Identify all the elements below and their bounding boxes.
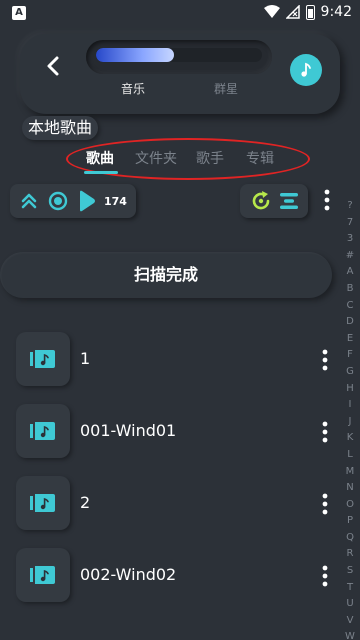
- song-row[interactable]: 1: [0, 332, 340, 388]
- page-title: 本地歌曲: [22, 116, 99, 140]
- locate-icon: [48, 191, 68, 211]
- music-file-icon: [30, 494, 55, 512]
- player-header-card: 音乐 群星: [20, 34, 340, 114]
- alphabet-letter[interactable]: 7: [347, 215, 353, 232]
- song-count: 174: [104, 194, 127, 208]
- sort-icon: [279, 193, 298, 209]
- mode-star-label[interactable]: 群星: [214, 80, 238, 97]
- alphabet-letter[interactable]: U: [346, 596, 353, 613]
- music-file-icon: [30, 422, 55, 440]
- signal-icon: [285, 5, 300, 19]
- alphabet-index[interactable]: ? 7 3 # A B C D E F G H I J K L M N O P Q R S T U V W: [342, 198, 358, 640]
- song-thumbnail: [16, 476, 70, 530]
- song-row[interactable]: 001-Wind01: [0, 404, 340, 460]
- tab-artists[interactable]: 歌手: [196, 148, 224, 168]
- alphabet-letter[interactable]: A: [347, 264, 354, 281]
- status-bar-right: 9:42: [263, 4, 352, 20]
- alphabet-letter[interactable]: ?: [347, 198, 352, 215]
- tab-folders[interactable]: 文件夹: [135, 148, 177, 168]
- song-more-button[interactable]: [318, 348, 332, 376]
- locate-button[interactable]: [48, 191, 68, 211]
- song-title: 1: [80, 349, 91, 368]
- refresh-button[interactable]: [250, 190, 272, 212]
- alphabet-letter[interactable]: D: [346, 314, 354, 331]
- music-file-icon: [30, 566, 55, 584]
- music-note-button[interactable]: [290, 54, 322, 86]
- song-title: 2: [80, 493, 91, 512]
- alphabet-letter[interactable]: L: [347, 447, 353, 464]
- alphabet-letter[interactable]: T: [347, 580, 353, 597]
- toolbar-left: 174: [10, 184, 136, 218]
- alphabet-letter[interactable]: R: [347, 546, 354, 563]
- status-bar-left: A: [12, 4, 26, 20]
- tab-songs[interactable]: 歌曲: [86, 148, 114, 168]
- play-all-button[interactable]: [78, 190, 96, 212]
- alphabet-letter[interactable]: M: [346, 464, 355, 481]
- alphabet-letter[interactable]: I: [349, 397, 352, 414]
- notification-icon: A: [12, 6, 26, 20]
- song-more-button[interactable]: [318, 492, 332, 520]
- collapse-up-button[interactable]: [20, 192, 38, 210]
- song-title: 002-Wind02: [80, 565, 177, 584]
- mode-music-label[interactable]: 音乐: [121, 80, 145, 97]
- alphabet-letter[interactable]: F: [347, 347, 353, 364]
- alphabet-letter[interactable]: N: [346, 480, 353, 497]
- alphabet-letter[interactable]: H: [346, 381, 354, 398]
- alphabet-letter[interactable]: G: [346, 364, 354, 381]
- refresh-icon: [252, 191, 269, 210]
- slider-track: [96, 48, 262, 62]
- play-icon: [80, 190, 95, 212]
- alphabet-letter[interactable]: K: [347, 430, 354, 447]
- clock: 9:42: [320, 4, 352, 20]
- tab-active-indicator: [84, 171, 118, 174]
- song-thumbnail: [16, 332, 70, 386]
- alphabet-letter[interactable]: S: [347, 563, 353, 580]
- scan-status: 扫描完成: [0, 252, 332, 298]
- collapse-up-icon: [21, 193, 37, 209]
- back-button[interactable]: [42, 54, 66, 78]
- alphabet-letter[interactable]: V: [347, 613, 354, 630]
- music-note-icon: [301, 62, 311, 77]
- mode-slider[interactable]: [86, 40, 272, 74]
- more-options-button[interactable]: [320, 188, 334, 216]
- more-vertical-icon: [322, 493, 328, 515]
- more-vertical-icon: [322, 565, 328, 587]
- alphabet-letter[interactable]: E: [347, 331, 353, 348]
- song-row[interactable]: 2: [0, 476, 340, 532]
- more-vertical-icon: [324, 189, 330, 211]
- alphabet-letter[interactable]: C: [347, 298, 354, 315]
- more-vertical-icon: [322, 421, 328, 443]
- alphabet-letter[interactable]: Q: [346, 530, 354, 547]
- song-title: 001-Wind01: [80, 421, 177, 440]
- chevron-left-icon: [47, 56, 59, 76]
- song-more-button[interactable]: [318, 564, 332, 592]
- alphabet-letter[interactable]: J: [349, 414, 352, 431]
- more-vertical-icon: [322, 349, 328, 371]
- alphabet-letter[interactable]: O: [346, 497, 354, 514]
- battery-icon: [305, 4, 315, 20]
- alphabet-letter[interactable]: P: [347, 513, 353, 530]
- alphabet-letter[interactable]: 3: [347, 231, 353, 248]
- song-more-button[interactable]: [318, 420, 332, 448]
- alphabet-letter[interactable]: #: [346, 248, 354, 265]
- song-row[interactable]: 002-Wind02: [0, 548, 340, 604]
- tab-albums[interactable]: 专辑: [246, 148, 274, 168]
- music-file-icon: [30, 350, 55, 368]
- song-thumbnail: [16, 548, 70, 602]
- slider-fill: [96, 48, 175, 62]
- song-thumbnail: [16, 404, 70, 458]
- status-bar: A 9:42: [0, 0, 360, 24]
- alphabet-letter[interactable]: B: [347, 281, 354, 298]
- alphabet-letter[interactable]: W: [345, 629, 355, 640]
- wifi-icon: [263, 5, 280, 18]
- toolbar-right: [240, 184, 308, 218]
- sort-button[interactable]: [279, 192, 299, 210]
